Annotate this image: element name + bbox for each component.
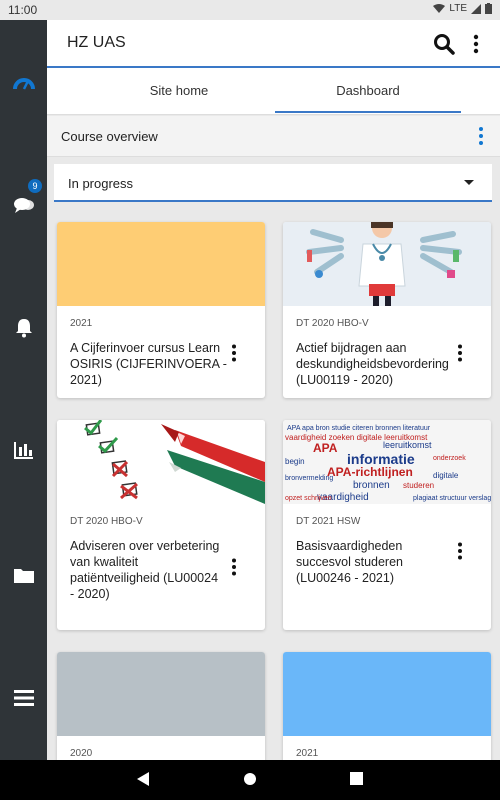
course-image-checklist-illustration <box>57 420 265 504</box>
back-icon[interactable] <box>137 772 149 786</box>
wifi-icon <box>433 3 446 13</box>
svg-text:APA apa bron studie citeren br: APA apa bron studie citeren bronnen lite… <box>287 425 431 432</box>
app-bar: HZ UAS <box>47 20 500 68</box>
status-bar: 11:00 LTE <box>0 0 500 20</box>
section-title: Course overview <box>61 129 158 144</box>
word-cloud-word: studeren <box>403 481 434 490</box>
tab-bar: Site home Dashboard <box>47 68 500 115</box>
folder-icon <box>13 568 34 583</box>
course-filter-select[interactable]: In progress <box>54 164 492 202</box>
recents-icon[interactable] <box>350 772 363 785</box>
system-icons: LTE <box>433 3 492 14</box>
course-category: DT 2020 HBO-V <box>296 318 369 329</box>
svg-text:onderzoek: onderzoek <box>433 455 466 462</box>
chat-bubbles-icon <box>13 198 34 213</box>
word-cloud-word: digitale <box>433 471 459 480</box>
signal-icon <box>471 3 481 14</box>
word-cloud-word: bronnen <box>353 480 390 491</box>
svg-text:opzet schrijven: opzet schrijven <box>285 495 332 502</box>
dropdown-arrow-icon <box>464 180 474 185</box>
messages-badge: 9 <box>28 179 42 193</box>
hamburger-menu-icon <box>13 690 34 706</box>
network-label: LTE <box>449 3 467 14</box>
tab-site-home[interactable]: Site home <box>87 68 271 112</box>
word-cloud-word: begin <box>285 457 305 466</box>
course-category: 2021 <box>70 318 93 329</box>
course-image <box>283 652 491 736</box>
course-image <box>57 222 265 306</box>
speedometer-icon <box>12 78 35 90</box>
svg-text:bronvermelding: bronvermelding <box>285 475 333 482</box>
word-cloud-word: APA-richtlijnen <box>327 465 413 479</box>
course-name[interactable]: Adviseren over verbetering van kwaliteit… <box>70 538 220 602</box>
side-navigation-rail: 9 <box>0 20 47 760</box>
course-options-icon[interactable] <box>231 558 237 576</box>
course-card[interactable]: DT 2020 HBO-V Adviseren over verbetering… <box>57 420 265 630</box>
course-image <box>57 652 265 736</box>
overview-options-icon[interactable] <box>474 126 488 146</box>
course-options-icon[interactable] <box>231 344 237 362</box>
status-time: 11:00 <box>8 3 38 17</box>
search-icon[interactable] <box>432 32 456 56</box>
rail-item-menu[interactable] <box>0 678 47 718</box>
battery-icon <box>485 3 492 14</box>
course-image-doctor-illustration <box>283 222 491 306</box>
rail-item-files[interactable] <box>0 555 47 595</box>
course-category: 2020 <box>70 748 93 759</box>
svg-text:plagiaat structuur verslag: plagiaat structuur verslag <box>413 495 491 502</box>
course-category: 2021 <box>296 748 319 759</box>
course-name[interactable]: A Cijferinvoer cursus Learn OSIRIS (CIJF… <box>70 340 230 388</box>
filter-selected-value: In progress <box>68 176 134 191</box>
course-card[interactable]: APA apa bron studie citeren bronnen lite… <box>283 420 491 630</box>
course-card[interactable]: DT 2020 HBO-V Actief bijdragen aan desku… <box>283 222 491 398</box>
more-options-icon[interactable] <box>466 32 486 56</box>
rail-item-grades[interactable] <box>0 430 47 470</box>
course-category: DT 2020 HBO-V <box>70 516 143 527</box>
rail-item-dashboard[interactable] <box>0 62 47 102</box>
app-title: HZ UAS <box>67 34 126 51</box>
course-card[interactable]: 2021 A Cijferinvoer cursus Learn OSIRIS … <box>57 222 265 398</box>
bell-icon <box>15 319 32 338</box>
system-navigation-bar <box>0 760 500 800</box>
word-cloud-word: leeruitkomst <box>383 440 432 450</box>
rail-item-notifications[interactable] <box>0 308 47 348</box>
course-image-word-cloud: APA apa bron studie citeren bronnen lite… <box>283 420 491 504</box>
tab-dashboard[interactable]: Dashboard <box>275 68 461 113</box>
course-category: DT 2021 HSW <box>296 516 361 527</box>
rail-item-messages[interactable]: 9 <box>0 179 47 225</box>
course-overview-header: Course overview <box>47 116 500 157</box>
word-cloud-word: APA <box>313 441 338 455</box>
bar-chart-icon <box>13 442 33 459</box>
course-options-icon[interactable] <box>457 542 463 560</box>
course-name[interactable]: Basisvaardigheden succesvol studeren (LU… <box>296 538 456 586</box>
course-name[interactable]: Actief bijdragen aan deskundigheidsbevor… <box>296 340 456 388</box>
home-icon[interactable] <box>243 772 257 786</box>
course-options-icon[interactable] <box>457 344 463 362</box>
